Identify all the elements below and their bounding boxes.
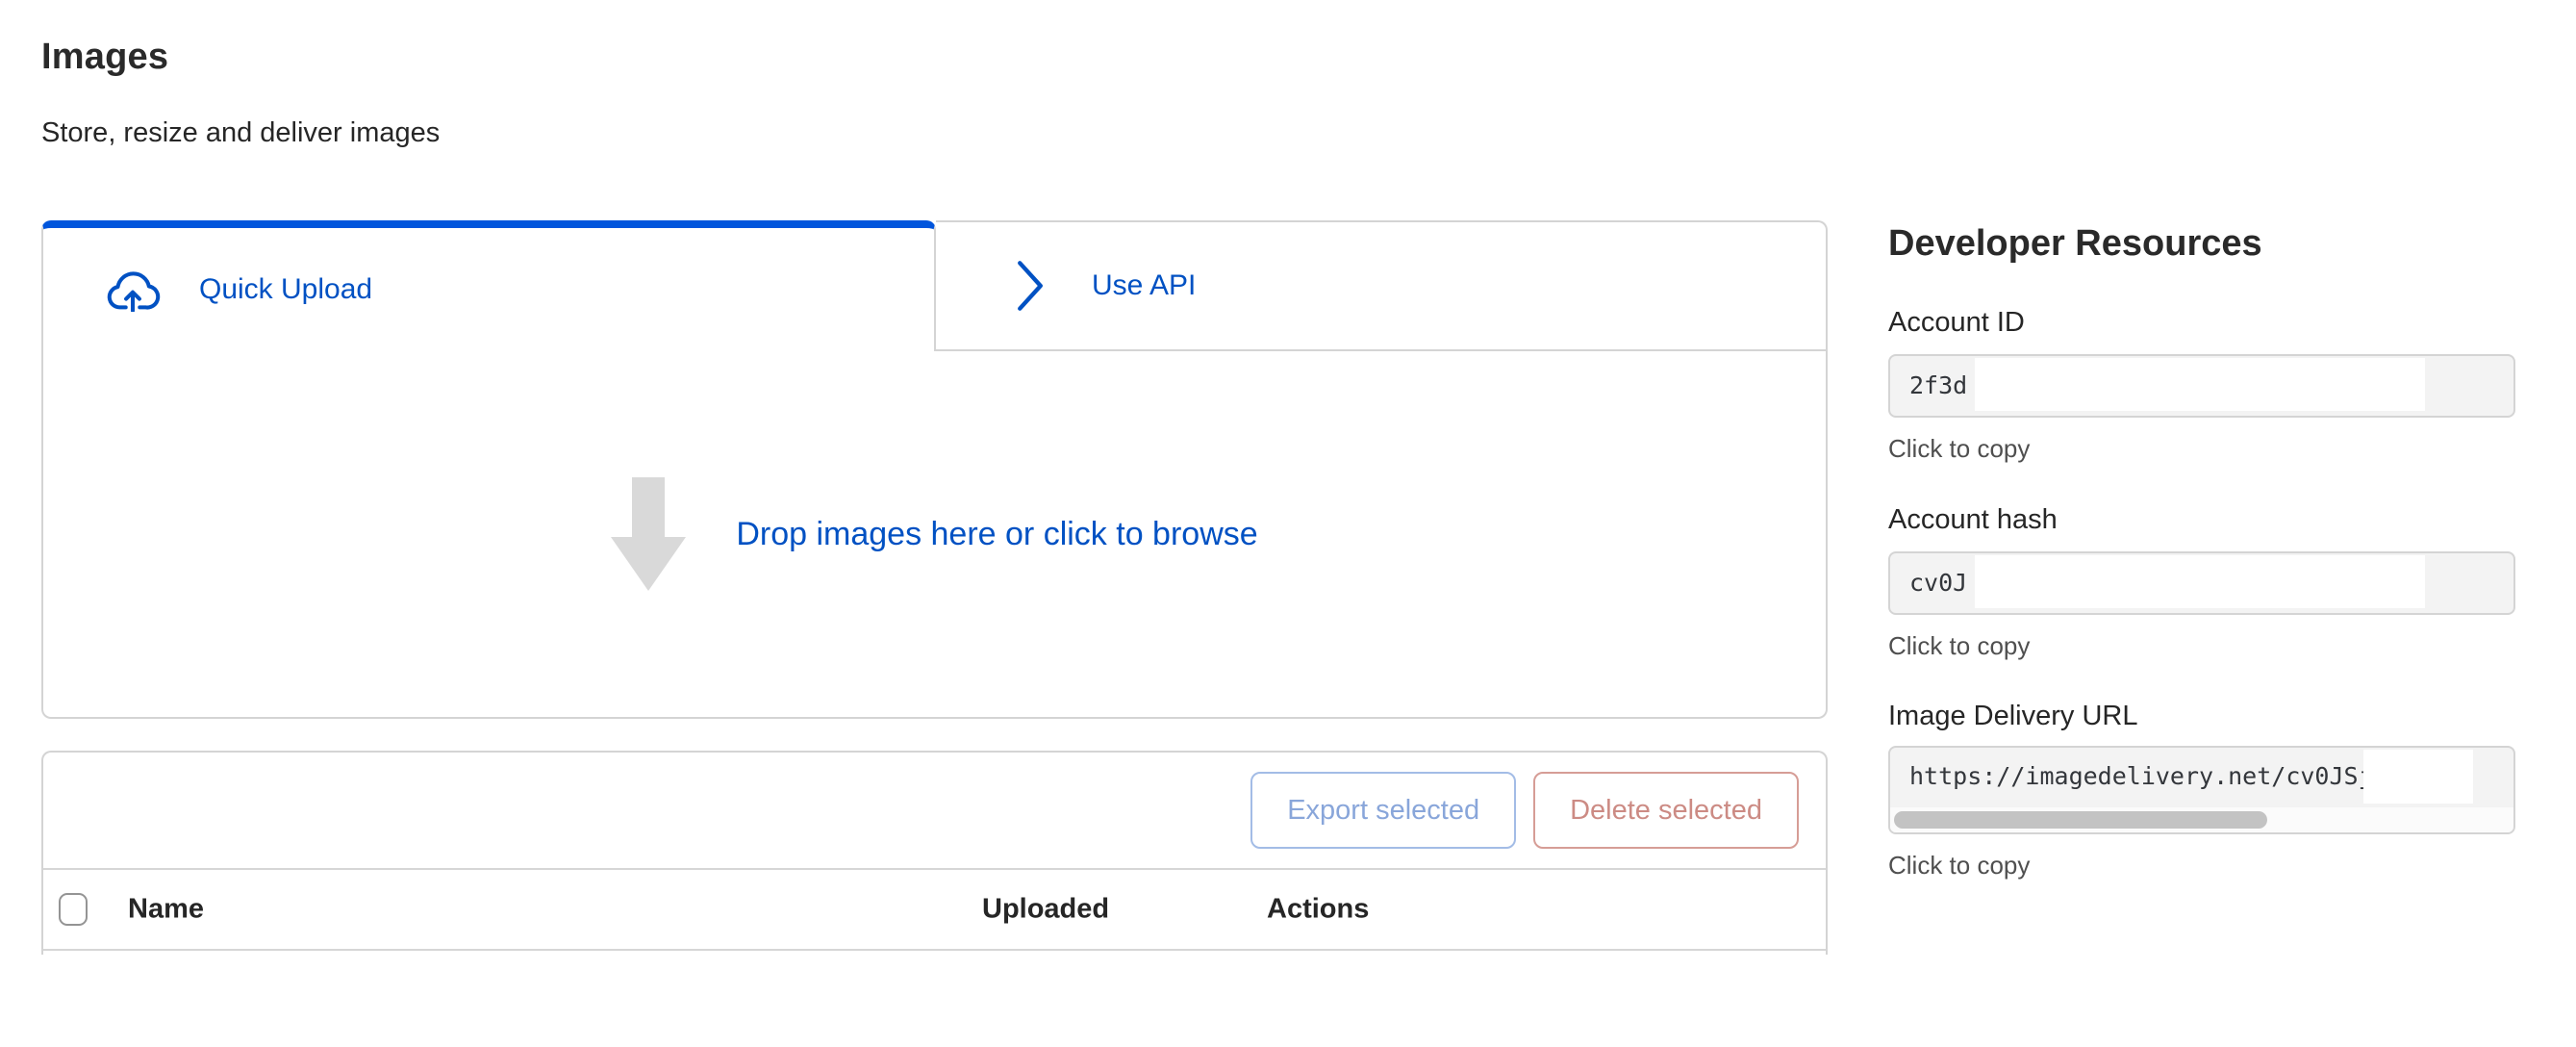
account-id-field[interactable]: 2f3d [1888,354,2515,418]
empty-table-body [43,951,1826,1047]
account-hash-copy-hint[interactable]: Click to copy [1888,630,2515,661]
account-hash-label: Account hash [1888,503,2515,536]
image-delivery-url-field[interactable]: https://imagedelivery.net/cv0JSj [1888,746,2515,834]
tab-use-api-label: Use API [1092,268,1196,303]
image-delivery-url-label: Image Delivery URL [1888,700,2515,732]
table-header-row: Name Uploaded Actions [43,870,1826,951]
images-page: Images Store, resize and deliver images … [0,0,2576,955]
account-hash-group: Account hash cv0J Click to copy [1888,503,2515,661]
arrow-down-icon [611,477,686,591]
tab-quick-upload[interactable]: Quick Upload [41,220,936,351]
redaction-overlay [1975,358,2425,411]
column-header-name: Name [128,894,204,926]
page-subtitle: Store, resize and deliver images [41,115,440,150]
account-id-copy-hint[interactable]: Click to copy [1888,433,2515,464]
column-header-uploaded: Uploaded [982,894,1109,926]
table-toolbar: Export selected Delete selected [43,753,1826,870]
redaction-overlay [1975,555,2425,608]
delete-selected-button[interactable]: Delete selected [1533,772,1799,849]
cloud-upload-icon [105,268,161,312]
account-hash-field[interactable]: cv0J [1888,551,2515,615]
account-id-label: Account ID [1888,306,2515,339]
redaction-overlay [2363,750,2473,804]
account-id-group: Account ID 2f3d Click to copy [1888,306,2515,464]
horizontal-scrollbar[interactable] [1890,807,2513,832]
main-column: Images Store, resize and deliver images … [41,0,1828,955]
developer-resources-title: Developer Resources [1888,221,2262,266]
image-delivery-url-group: Image Delivery URL https://imagedelivery… [1888,700,2515,881]
upload-method-tabs: Quick Upload Use API [41,220,1828,351]
developer-resources-panel: Developer Resources Account ID 2f3d Clic… [1888,0,2515,955]
column-header-actions: Actions [1267,894,1369,926]
images-table-card: Export selected Delete selected Name Upl… [41,751,1828,955]
upload-dropzone[interactable]: Drop images here or click to browse [41,351,1828,719]
image-delivery-url-copy-hint[interactable]: Click to copy [1888,850,2515,881]
chevron-right-icon [1013,259,1048,313]
select-all-checkbox[interactable] [59,893,88,926]
tab-use-api[interactable]: Use API [936,220,1828,351]
page-title: Images [41,35,168,79]
export-selected-button[interactable]: Export selected [1250,772,1516,849]
tab-quick-upload-label: Quick Upload [199,272,372,307]
scrollbar-thumb[interactable] [1894,811,2267,829]
dropzone-label: Drop images here or click to browse [736,514,1257,554]
